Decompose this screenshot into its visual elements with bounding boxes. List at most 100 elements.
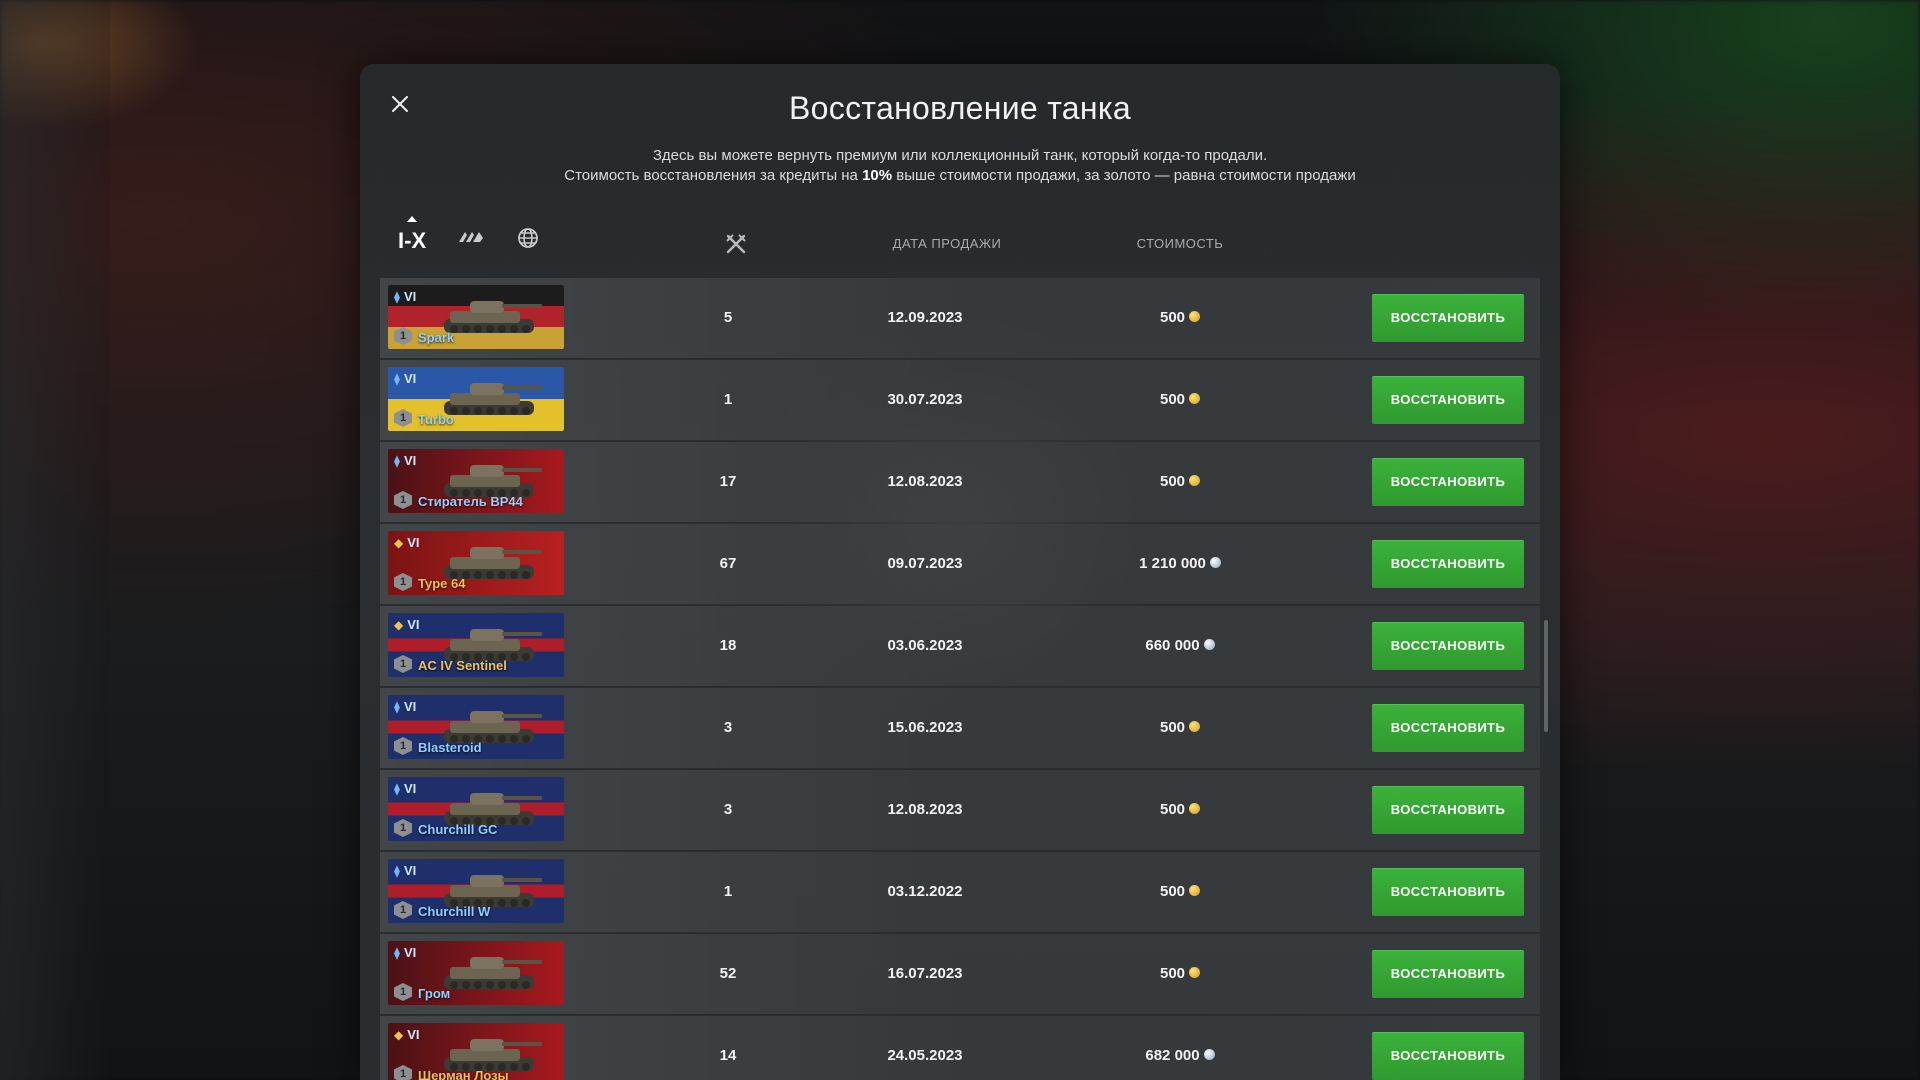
restore-button[interactable]: ВОССТАНОВИТЬ	[1372, 458, 1524, 506]
collectible-class-icon: ⧫	[394, 453, 400, 468]
battles-column-swords-icon[interactable]	[724, 232, 748, 256]
vehicle-class-filter-icon[interactable]	[456, 226, 486, 250]
tank-thumbnail[interactable]: ◆ VI 1 AC IV Sentinel	[388, 613, 564, 677]
tank-thumbnail[interactable]: ⧫ VI 1 Churchill GC	[388, 777, 564, 841]
scrollbar[interactable]	[1544, 620, 1548, 732]
tank-tier: ⧫ VI	[394, 863, 416, 878]
price-value: 1 210 000	[1139, 555, 1206, 572]
collectible-class-icon: ⧫	[394, 289, 400, 304]
restore-price: 682 000	[1080, 1016, 1280, 1080]
tier-label: VI	[407, 535, 420, 550]
tank-row: ⧫ VI 1 Гром 52 16.07.2023 500 ВОССТАНОВИ…	[380, 934, 1540, 1014]
tank-name: Churchill W	[418, 904, 491, 919]
restore-price: 500	[1080, 442, 1280, 522]
tier-sort-filter[interactable]: I-X	[398, 216, 426, 254]
subtitle-line-1: Здесь вы можете вернуть премиум или колл…	[652, 147, 1268, 164]
tank-tier: ⧫ VI	[394, 289, 416, 304]
sale-date: 12.08.2023	[887, 473, 963, 490]
battles-count: 3	[723, 719, 733, 736]
tank-row: ◆ VI 1 AC IV Sentinel 18 03.06.2023 660 …	[380, 606, 1540, 686]
battles-count: 52	[719, 965, 737, 982]
tank-tier: ⧫ VI	[394, 699, 416, 714]
price-value: 500	[1159, 391, 1186, 408]
tank-row: ⧫ VI 1 Churchill W 1 03.12.2022 500 ВОСС…	[380, 852, 1540, 932]
tank-thumbnail[interactable]: ⧫ VI 1 Turbo	[388, 367, 564, 431]
restore-button[interactable]: ВОССТАНОВИТЬ	[1372, 540, 1524, 588]
tank-thumbnail[interactable]: ⧫ VI 1 Гром	[388, 941, 564, 1005]
tank-row: ⧫ VI 1 Turbo 1 30.07.2023 500 ВОССТАНОВИ…	[380, 360, 1540, 440]
dialog-title: Восстановление танка	[789, 90, 1131, 126]
gold-coin-icon	[1189, 884, 1201, 896]
tank-thumbnail[interactable]: ⧫ VI 1 Blasteroid	[388, 695, 564, 759]
tank-thumbnail[interactable]: ⧫ VI 1 Стиратель BP44	[388, 449, 564, 513]
restore-price: 500	[1080, 770, 1280, 850]
tank-name: Turbo	[418, 412, 454, 427]
restore-button[interactable]: ВОССТАНОВИТЬ	[1372, 786, 1524, 834]
battles-count: 17	[719, 473, 737, 490]
restore-button[interactable]: ВОССТАНОВИТЬ	[1372, 868, 1524, 916]
tank-thumbnail[interactable]: ◆ VI 1 Type 64	[388, 531, 564, 595]
price-value: 500	[1159, 309, 1186, 326]
restore-price: 500	[1080, 934, 1280, 1014]
tier-label: VI	[407, 617, 420, 632]
collectible-class-icon: ⧫	[394, 945, 400, 960]
tank-tier: ⧫ VI	[394, 945, 416, 960]
sale-date: 03.12.2022	[887, 883, 963, 900]
tank-tier: ⧫ VI	[394, 781, 416, 796]
collectible-class-icon: ⧫	[394, 781, 400, 796]
restore-price: 1 210 000	[1080, 524, 1280, 604]
mastery-badge-icon: 1	[394, 1065, 412, 1080]
sale-date: 12.08.2023	[887, 801, 963, 818]
tank-tier: ◆ VI	[394, 1027, 420, 1042]
subtitle-percent: 10%	[862, 167, 893, 184]
tank-row: ⧫ VI 1 Churchill GC 3 12.08.2023 500 ВОС…	[380, 770, 1540, 850]
restore-price: 500	[1080, 278, 1280, 358]
tank-name: Стиратель BP44	[418, 494, 523, 509]
credits-coin-icon	[1203, 638, 1215, 650]
restore-button[interactable]: ВОССТАНОВИТЬ	[1372, 950, 1524, 998]
credits-coin-icon	[1209, 556, 1221, 568]
column-header-sale-date[interactable]: ДАТА ПРОДАЖИ	[862, 236, 1032, 251]
tank-tier: ◆ VI	[394, 617, 420, 632]
price-value: 660 000	[1145, 637, 1200, 654]
tank-list: ⧫ VI 1 Spark 5 12.09.2023 500 ВОССТАНОВИ…	[380, 278, 1540, 1080]
mastery-badge-icon: 1	[394, 573, 412, 591]
mastery-badge-icon: 1	[394, 491, 412, 509]
restore-button[interactable]: ВОССТАНОВИТЬ	[1372, 294, 1524, 342]
column-header-price[interactable]: СТОИМОСТЬ	[1100, 236, 1260, 251]
sale-date: 30.07.2023	[887, 391, 963, 408]
tank-name: Шерман Лозы	[418, 1068, 509, 1080]
battles-count: 1	[723, 883, 733, 900]
dialog-subtitle: Здесь вы можете вернуть премиум или колл…	[360, 146, 1560, 186]
tank-thumbnail[interactable]: ⧫ VI 1 Spark	[388, 285, 564, 349]
tank-row: ◆ VI 1 Type 64 67 09.07.2023 1 210 000 В…	[380, 524, 1540, 604]
tank-row: ⧫ VI 1 Spark 5 12.09.2023 500 ВОССТАНОВИ…	[380, 278, 1540, 358]
tank-name: Гром	[418, 986, 451, 1001]
subtitle-line-2: Стоимость восстановления за кредиты на 1…	[360, 166, 1560, 186]
collectible-class-icon: ⧫	[394, 371, 400, 386]
restore-button[interactable]: ВОССТАНОВИТЬ	[1372, 1032, 1524, 1080]
price-value: 500	[1159, 473, 1186, 490]
battles-count: 14	[719, 1047, 737, 1064]
tier-label: VI	[407, 1027, 420, 1042]
tank-name: Type 64	[418, 576, 466, 591]
restore-price: 500	[1080, 360, 1280, 440]
gold-coin-icon	[1189, 966, 1201, 978]
mastery-badge-icon: 1	[394, 819, 412, 837]
tank-thumbnail[interactable]: ⧫ VI 1 Churchill W	[388, 859, 564, 923]
restore-button[interactable]: ВОССТАНОВИТЬ	[1372, 376, 1524, 424]
restore-button[interactable]: ВОССТАНОВИТЬ	[1372, 704, 1524, 752]
restore-button[interactable]: ВОССТАНОВИТЬ	[1372, 622, 1524, 670]
gold-coin-icon	[1189, 392, 1201, 404]
subtitle-text: выше стоимости продажи, за золото — равн…	[892, 167, 1356, 184]
price-value: 500	[1159, 883, 1186, 900]
tank-name: Spark	[418, 330, 455, 345]
nation-filter-globe-icon[interactable]	[516, 226, 546, 250]
battles-count: 1	[723, 391, 733, 408]
tank-thumbnail[interactable]: ◆ VI 1 Шерман Лозы	[388, 1023, 564, 1080]
filter-bar: I-X	[398, 216, 546, 258]
price-value: 500	[1159, 965, 1186, 982]
tier-label: VI	[403, 781, 417, 796]
sale-date: 09.07.2023	[887, 555, 963, 572]
price-value: 500	[1159, 719, 1186, 736]
